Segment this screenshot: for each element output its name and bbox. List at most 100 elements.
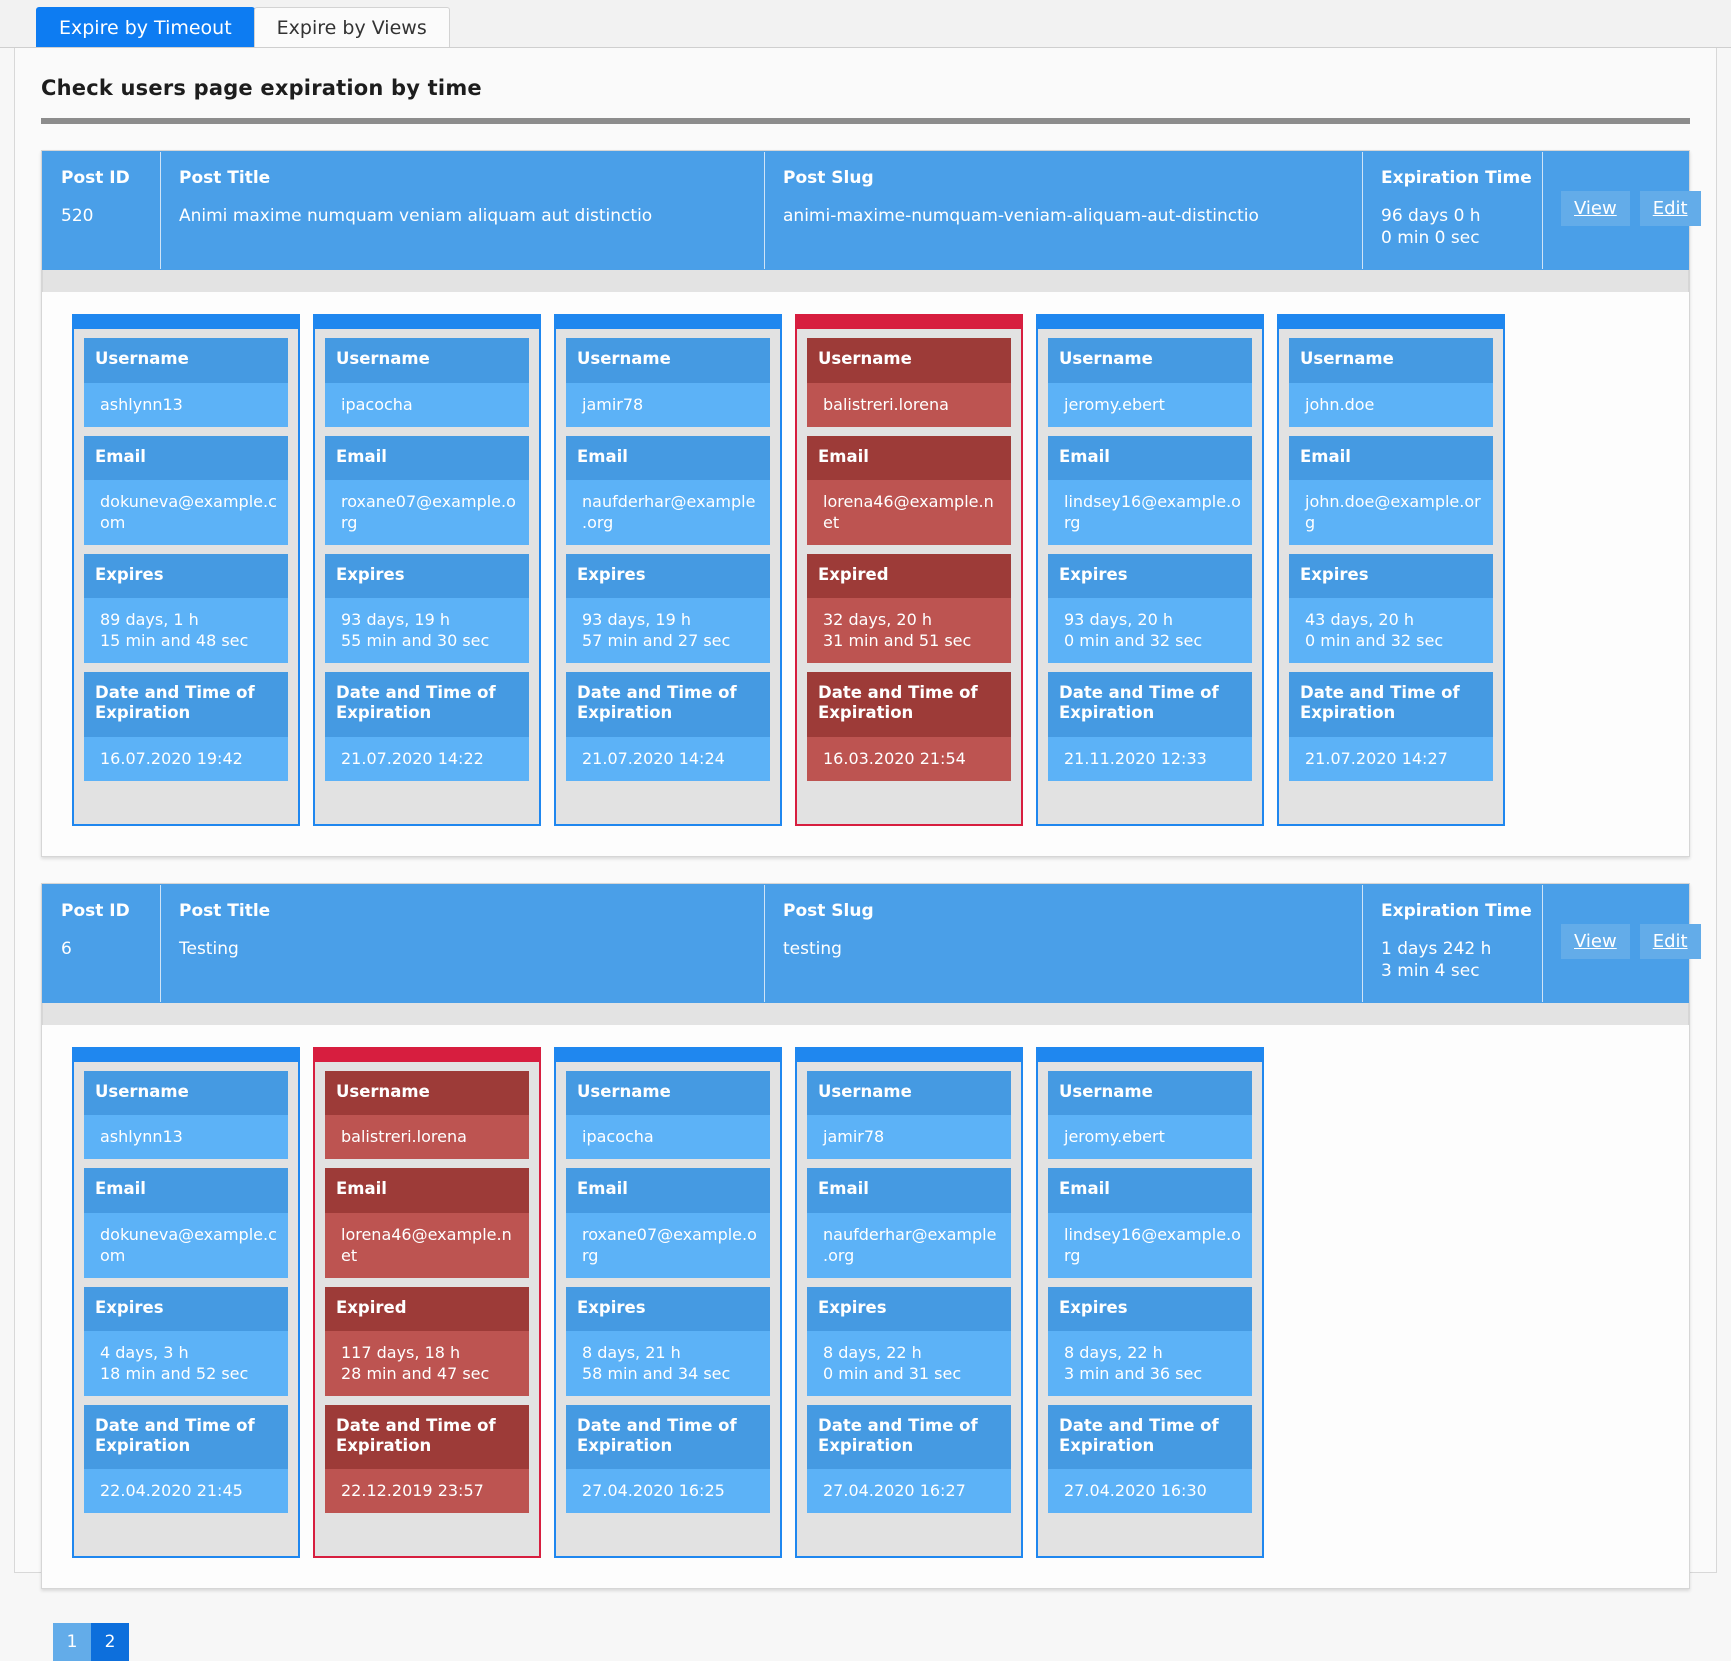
pagination-page-2[interactable]: 2	[91, 1623, 129, 1661]
status-strip	[72, 1047, 300, 1063]
email-value: naufderhar@example.org	[807, 1212, 1011, 1278]
status-strip	[1277, 314, 1505, 330]
username-field: Username ashlynn13	[84, 338, 288, 427]
post-slug-label: Post Slug	[783, 168, 874, 188]
post-slug-cell: Post Slug animi-maxime-numquam-veniam-ali…	[765, 152, 1363, 270]
username-value: john.doe	[1289, 382, 1493, 427]
edit-button[interactable]: Edit	[1639, 191, 1701, 227]
email-label: Email	[84, 1168, 288, 1213]
expiration-date-field: Date and Time of Expiration 21.07.2020 14…	[566, 672, 770, 781]
expiration-date-label: Date and Time of Expiration	[325, 672, 529, 737]
expiry-status-value: 8 days, 22 h 3 min and 36 sec	[1048, 1330, 1252, 1397]
expiration-date-field: Date and Time of Expiration 21.11.2020 12…	[1048, 672, 1252, 781]
user-card-body: Username ipacocha Email roxane07@example.or…	[315, 329, 539, 781]
post-actions: View Edit	[1561, 191, 1701, 227]
username-value: jeromy.ebert	[1048, 1115, 1252, 1160]
status-strip	[795, 314, 1023, 330]
email-value: roxane07@example.org	[325, 479, 529, 546]
email-value: dokuneva@example.com	[84, 479, 288, 546]
email-field: Email dokuneva@example.com	[84, 435, 288, 546]
expiry-status-value: 43 days, 20 h 0 min and 32 sec	[1289, 598, 1493, 664]
username-field: Username jamir78	[807, 1071, 1011, 1160]
user-card-body: Username balistreri.lorena Email lorena46@e…	[797, 329, 1021, 781]
expiration-date-label: Date and Time of Expiration	[566, 1405, 770, 1470]
expiry-status-value: 8 days, 21 h 58 min and 34 sec	[566, 1330, 770, 1397]
expiration-date-field: Date and Time of Expiration 21.07.2020 14…	[1289, 672, 1493, 781]
tab-expire-by-timeout[interactable]: Expire by Timeout	[36, 7, 255, 47]
post-block: Post ID 520 Post Title Animi maxime numquam…	[41, 150, 1701, 857]
user-card-body: Username jeromy.ebert Email lindsey16@examp…	[1038, 1062, 1262, 1514]
expiration-date-field: Date and Time of Expiration 27.04.2020 16…	[807, 1405, 1011, 1514]
username-value: jamir78	[807, 1115, 1011, 1160]
expiry-status-field: Expires 8 days, 22 h 3 min and 36 sec	[1048, 1286, 1252, 1397]
expiration-date-label: Date and Time of Expiration	[325, 1405, 529, 1470]
post-title-label: Post Title	[179, 168, 271, 188]
pagination-page-1[interactable]: 1	[53, 1623, 91, 1661]
status-strip	[72, 314, 300, 330]
username-field: Username ipacocha	[566, 1071, 770, 1160]
expiry-status-label: Expires	[84, 1286, 288, 1331]
expiration-date-field: Date and Time of Expiration 22.12.2019 23…	[325, 1405, 529, 1514]
post-header-spacer	[42, 270, 1689, 293]
expiration-date-value: 16.03.2020 21:54	[807, 736, 1011, 781]
pagination: 12	[53, 1623, 1716, 1661]
post-id-value: 520	[61, 206, 94, 227]
post-actions-cell: View Edit	[1543, 152, 1701, 269]
post-slug-label: Post Slug	[783, 900, 874, 921]
email-label: Email	[1048, 1168, 1252, 1213]
expiration-date-field: Date and Time of Expiration 16.07.2020 19…	[84, 672, 288, 781]
user-card: Username balistreri.lorena Email lorena46@e…	[795, 314, 1023, 826]
email-value: roxane07@example.org	[566, 1212, 770, 1278]
user-card-body: Username john.doe Email john.doe@example.or…	[1279, 329, 1503, 781]
status-strip	[795, 1047, 1023, 1063]
expiry-status-value: 89 days, 1 h 15 min and 48 sec	[84, 598, 288, 664]
user-card-body: Username jamir78 Email naufderhar@example.o…	[797, 1062, 1021, 1514]
user-cards-area: Username ashlynn13 Email dokuneva@example.c…	[42, 292, 1689, 855]
expiry-status-label: Expires	[566, 554, 770, 599]
user-card-body: Username ashlynn13 Email dokuneva@example.c…	[74, 329, 298, 781]
user-card: Username ashlynn13 Email dokuneva@example.c…	[72, 1047, 300, 1559]
expiration-date-value: 22.12.2019 23:57	[325, 1469, 529, 1514]
expiration-time-cell: Expiration Time 1 days 242 h 3 min 4 sec	[1363, 884, 1543, 1003]
email-value: john.doe@example.org	[1289, 479, 1493, 546]
username-field: Username john.doe	[1289, 338, 1493, 427]
user-cards-area: Username ashlynn13 Email dokuneva@example.c…	[42, 1025, 1689, 1588]
expiration-date-label: Date and Time of Expiration	[1289, 672, 1493, 737]
expiry-status-field: Expired 117 days, 18 h 28 min and 47 sec	[325, 1286, 529, 1397]
email-field: Email roxane07@example.org	[325, 435, 529, 546]
username-field: Username ashlynn13	[84, 1071, 288, 1160]
expiration-date-label: Date and Time of Expiration	[1048, 1405, 1252, 1470]
expiration-date-value: 21.07.2020 14:24	[566, 736, 770, 781]
username-field: Username balistreri.lorena	[325, 1071, 529, 1160]
email-field: Email lorena46@example.net	[325, 1168, 529, 1278]
username-value: ashlynn13	[84, 382, 288, 427]
expiry-status-value: 93 days, 20 h 0 min and 32 sec	[1048, 598, 1252, 664]
email-value: lorena46@example.net	[325, 1212, 529, 1278]
view-button[interactable]: View	[1561, 923, 1630, 959]
post-header-spacer	[42, 1003, 1689, 1026]
tab-expire-by-views[interactable]: Expire by Views	[253, 7, 450, 47]
tab-bar: Expire by Timeout Expire by Views	[0, 0, 1731, 48]
expiration-date-label: Date and Time of Expiration	[807, 672, 1011, 737]
username-label: Username	[566, 338, 770, 383]
email-field: Email roxane07@example.org	[566, 1168, 770, 1278]
expiration-date-label: Date and Time of Expiration	[566, 672, 770, 737]
username-field: Username ipacocha	[325, 338, 529, 427]
expiry-status-value: 32 days, 20 h 31 min and 51 sec	[807, 598, 1011, 664]
expiry-status-label: Expires	[1289, 554, 1493, 599]
status-strip	[313, 1047, 541, 1063]
email-label: Email	[325, 1168, 529, 1213]
post-title-cell: Post Title Animi maxime numquam veniam al…	[161, 152, 765, 270]
expiration-date-field: Date and Time of Expiration 21.07.2020 14…	[325, 672, 529, 781]
email-label: Email	[84, 435, 288, 480]
email-field: Email naufderhar@example.org	[566, 435, 770, 546]
expiration-date-value: 21.07.2020 14:22	[325, 736, 529, 781]
user-card-body: Username ipacocha Email roxane07@example.or…	[556, 1062, 780, 1514]
post-slug-value: testing	[783, 938, 842, 959]
email-label: Email	[325, 435, 529, 480]
username-value: jamir78	[566, 382, 770, 427]
edit-button[interactable]: Edit	[1639, 923, 1701, 959]
view-button[interactable]: View	[1561, 191, 1630, 227]
user-card: Username ashlynn13 Email dokuneva@example.c…	[72, 314, 300, 826]
expiry-status-label: Expired	[325, 1286, 529, 1331]
